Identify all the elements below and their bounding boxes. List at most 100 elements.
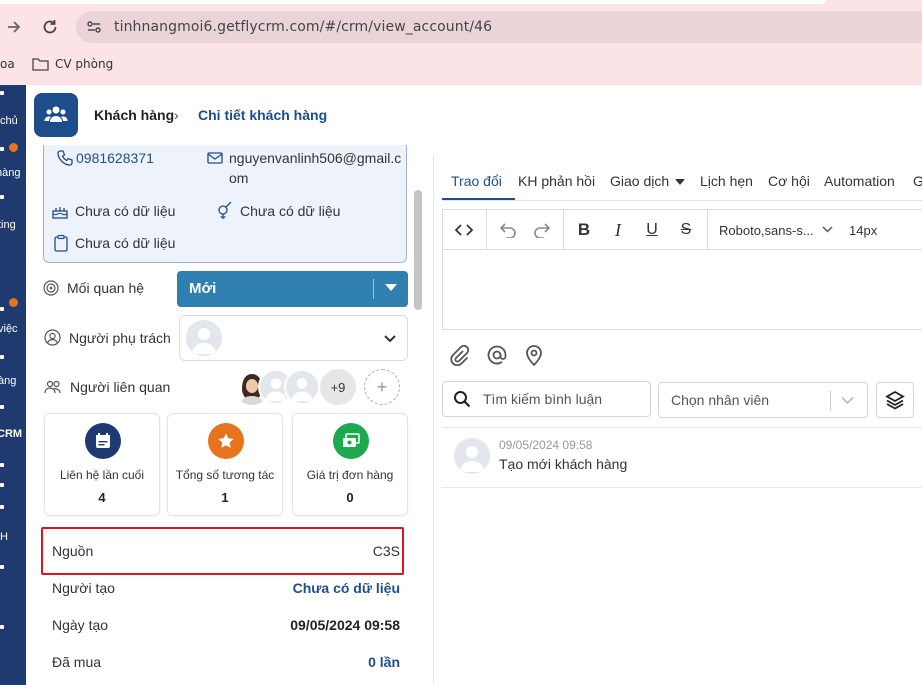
browser-toolbar: tinhnangmoi6.getflycrm.com/#/crm/view_ac… bbox=[0, 7, 922, 47]
font-size-select[interactable]: 14px bbox=[843, 210, 893, 250]
relationship-select[interactable]: Mới bbox=[177, 271, 408, 307]
attachment-actions bbox=[448, 344, 544, 370]
bookmark-folder[interactable]: CV phòng bbox=[32, 57, 113, 71]
toolbar-separator bbox=[563, 210, 564, 250]
sidebar-item-tasks[interactable]: việc bbox=[0, 323, 18, 335]
search-icon bbox=[454, 391, 471, 408]
page-header: Khách hàng › Chi tiết khách hàng bbox=[26, 85, 922, 145]
customer-info-panel: 0981628371 nguyenvanlinh506@gmail.c om C… bbox=[26, 145, 426, 685]
star-icon bbox=[208, 423, 244, 459]
sidebar-item-customers[interactable]: hàng bbox=[0, 167, 20, 179]
tab-label: Giao dịch bbox=[610, 173, 670, 189]
info-value: 09/05/2024 09:58 bbox=[290, 617, 400, 633]
folder-icon bbox=[32, 58, 49, 71]
employee-select[interactable]: Chọn nhân viên bbox=[658, 382, 868, 418]
chevron-down-icon[interactable] bbox=[383, 332, 397, 346]
chevron-down-icon[interactable] bbox=[841, 396, 854, 405]
gender-value: Chưa có dữ liệu bbox=[240, 203, 341, 219]
owner-label: Người phụ trách bbox=[44, 329, 171, 346]
strikethrough-icon[interactable]: S bbox=[671, 210, 701, 250]
target-icon bbox=[43, 280, 59, 296]
tab-automation[interactable]: Automation bbox=[824, 173, 895, 189]
stat-label: Liên hệ lần cuối bbox=[59, 468, 145, 482]
italic-icon[interactable]: I bbox=[603, 210, 633, 250]
owner-select[interactable] bbox=[179, 315, 408, 361]
font-size-value: 14px bbox=[849, 222, 878, 238]
info-key: Đã mua bbox=[52, 654, 102, 670]
sidebar-marker bbox=[0, 483, 4, 487]
phone-icon bbox=[57, 150, 73, 166]
info-row-created-date: Ngày tạo 09/05/2024 09:58 bbox=[42, 606, 408, 643]
info-row-purchases: Đã mua 0 lần bbox=[42, 643, 408, 680]
contact-card: 0981628371 nguyenvanlinh506@gmail.c om C… bbox=[43, 145, 407, 263]
stat-value: 4 bbox=[98, 490, 106, 505]
comment-search-input[interactable]: Tìm kiếm bình luận bbox=[442, 381, 651, 417]
mention-icon[interactable] bbox=[486, 344, 508, 366]
bookmark-label: CV phòng bbox=[55, 57, 114, 71]
tab-transactions[interactable]: Giao dịch bbox=[610, 173, 686, 189]
bookmark-item[interactable]: oa bbox=[0, 57, 15, 71]
app-area: chủ hàng ting việc àng CRM H Khách hàng … bbox=[0, 85, 922, 685]
toolbar-separator bbox=[707, 210, 708, 250]
sidebar-item-home[interactable]: chủ bbox=[0, 115, 18, 127]
url-text[interactable]: tinhnangmoi6.getflycrm.com/#/crm/view_ac… bbox=[114, 19, 492, 35]
bold-icon[interactable]: B bbox=[569, 210, 599, 250]
sidebar-marker bbox=[0, 91, 4, 95]
birthday-value: Chưa có dữ liệu bbox=[75, 203, 176, 219]
tab-opportunities[interactable]: Cơ hội bbox=[768, 173, 810, 189]
site-settings-icon[interactable] bbox=[84, 17, 104, 37]
highlight-box bbox=[41, 527, 404, 575]
clipboard-icon bbox=[54, 234, 68, 252]
info-key: Người tạo bbox=[52, 580, 115, 596]
caret-down-icon[interactable] bbox=[385, 284, 397, 291]
avatar bbox=[186, 320, 222, 356]
sidebar-item-crm[interactable]: CRM bbox=[0, 428, 22, 440]
breadcrumb-customers[interactable]: Khách hàng bbox=[94, 107, 174, 123]
location-pin-icon[interactable] bbox=[524, 344, 544, 366]
gender-icon bbox=[218, 202, 232, 219]
sidebar-marker bbox=[0, 195, 4, 199]
address-bar[interactable]: tinhnangmoi6.getflycrm.com/#/crm/view_ac… bbox=[76, 11, 922, 43]
font-family-select[interactable]: Roboto,sans-s... bbox=[713, 210, 837, 250]
bookmarks-bar: oa CV phòng bbox=[0, 47, 922, 85]
sidebar-item-h[interactable]: H bbox=[0, 531, 8, 543]
birthday-cake-icon bbox=[52, 207, 68, 219]
tab-discussion[interactable]: Trao đổi bbox=[451, 173, 502, 189]
layers-button[interactable] bbox=[876, 382, 914, 418]
sidebar-marker bbox=[0, 147, 4, 151]
comment-editor[interactable]: B I U S Roboto,sans-s... 14px bbox=[442, 209, 922, 330]
undo-icon[interactable] bbox=[493, 210, 523, 250]
code-view-icon[interactable] bbox=[443, 210, 485, 250]
scrollbar[interactable] bbox=[414, 190, 422, 310]
tab-appointments[interactable]: Lịch hẹn bbox=[700, 173, 753, 189]
avatar[interactable] bbox=[284, 369, 320, 405]
redo-icon[interactable] bbox=[527, 210, 557, 250]
sidebar-marker bbox=[0, 505, 4, 509]
phone-number[interactable]: 0981628371 bbox=[76, 150, 154, 166]
reload-icon[interactable] bbox=[38, 15, 62, 39]
add-related-button[interactable]: + bbox=[364, 369, 400, 405]
sidebar: chủ hàng ting việc àng CRM H bbox=[0, 85, 26, 685]
related-people[interactable]: +9 + bbox=[234, 369, 424, 405]
forward-icon[interactable] bbox=[2, 15, 26, 39]
money-icon bbox=[333, 423, 369, 459]
avatar bbox=[454, 438, 490, 474]
underline-icon[interactable]: U bbox=[637, 210, 667, 250]
sidebar-item-marketing[interactable]: ting bbox=[0, 219, 16, 231]
tab-feedback[interactable]: KH phản hồi bbox=[518, 173, 595, 189]
more-count-badge[interactable]: +9 bbox=[320, 369, 356, 405]
sidebar-marker bbox=[0, 565, 4, 569]
tab-more[interactable]: G bbox=[913, 173, 922, 189]
users-icon bbox=[44, 380, 61, 394]
activity-panel: Trao đổi KH phản hồi Giao dịch Lịch hẹn … bbox=[433, 155, 922, 685]
info-value[interactable]: Chưa có dữ liệu bbox=[293, 580, 400, 596]
sidebar-item-sales[interactable]: àng bbox=[0, 375, 16, 387]
info-value[interactable]: 0 lần bbox=[368, 654, 400, 670]
breadcrumb-separator: › bbox=[174, 107, 179, 123]
email-line-2[interactable]: om bbox=[229, 170, 248, 186]
paperclip-icon[interactable] bbox=[448, 344, 470, 366]
chevron-down-icon bbox=[822, 226, 833, 233]
info-row-creator: Người tạo Chưa có dữ liệu bbox=[42, 569, 408, 606]
email-line-1[interactable]: nguyenvanlinh506@gmail.c bbox=[229, 150, 401, 166]
email-icon bbox=[207, 152, 223, 164]
